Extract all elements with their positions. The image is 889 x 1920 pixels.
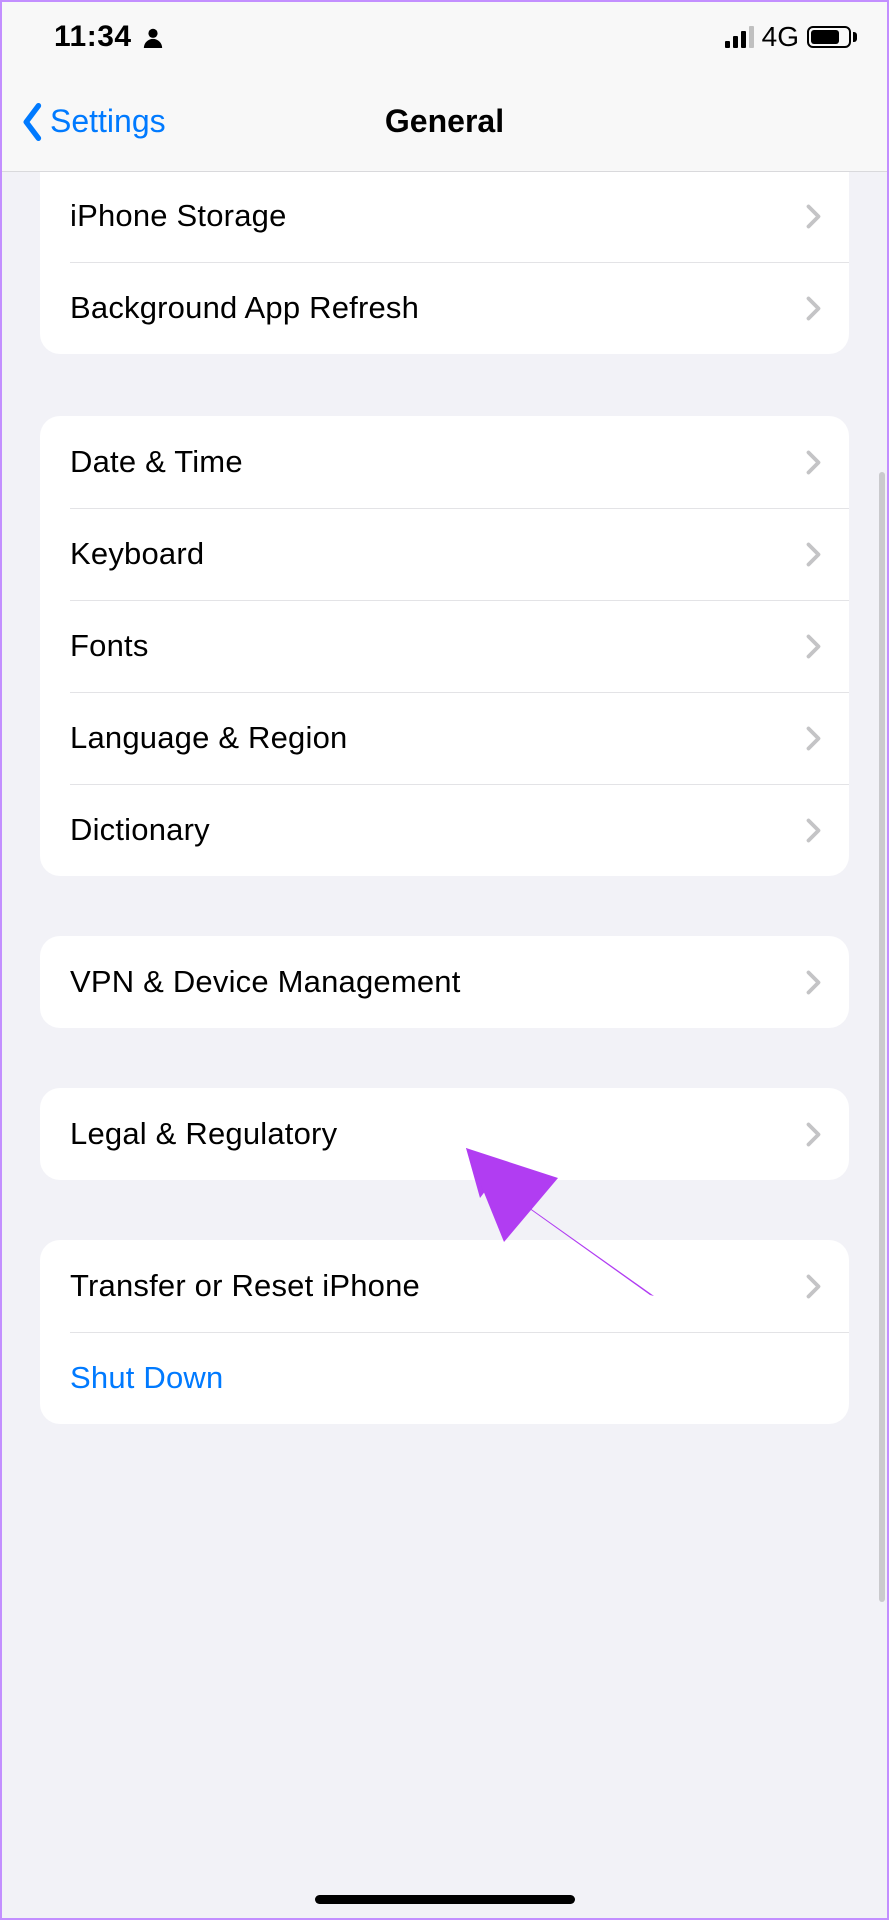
settings-group-3: Legal & Regulatory — [40, 1088, 849, 1180]
row-label: Language & Region — [70, 720, 347, 756]
chevron-right-icon — [806, 1122, 821, 1147]
row-label: Date & Time — [70, 444, 243, 480]
status-right: 4G — [725, 21, 857, 53]
row-label: Legal & Regulatory — [70, 1116, 337, 1152]
settings-group-2: VPN & Device Management — [40, 936, 849, 1028]
row-label: VPN & Device Management — [70, 964, 461, 1000]
row-keyboard[interactable]: Keyboard — [40, 508, 849, 600]
row-fonts[interactable]: Fonts — [40, 600, 849, 692]
row-label: Shut Down — [70, 1360, 223, 1396]
status-bar: 11:34 4G — [2, 2, 887, 72]
status-time: 11:34 — [54, 20, 132, 54]
settings-group-1: Date & Time Keyboard Fonts Language & Re… — [40, 416, 849, 876]
chevron-right-icon — [806, 204, 821, 229]
back-label: Settings — [50, 103, 166, 140]
row-dictionary[interactable]: Dictionary — [40, 784, 849, 876]
scroll-indicator[interactable] — [879, 472, 885, 1602]
chevron-right-icon — [806, 296, 821, 321]
battery-icon — [807, 26, 857, 48]
nav-header: Settings General — [2, 72, 887, 172]
chevron-right-icon — [806, 542, 821, 567]
back-button[interactable]: Settings — [14, 97, 172, 147]
row-language-region[interactable]: Language & Region — [40, 692, 849, 784]
row-label: Fonts — [70, 628, 149, 664]
device-frame: 11:34 4G Settings General iPhone Storage — [0, 0, 889, 1920]
network-type: 4G — [762, 21, 799, 53]
status-left: 11:34 — [54, 20, 164, 54]
person-icon — [142, 26, 164, 48]
chevron-right-icon — [806, 634, 821, 659]
chevron-right-icon — [806, 970, 821, 995]
cellular-signal-icon — [725, 26, 754, 48]
chevron-right-icon — [806, 726, 821, 751]
row-label: Background App Refresh — [70, 290, 419, 326]
row-label: Keyboard — [70, 536, 204, 572]
chevron-right-icon — [806, 450, 821, 475]
settings-group-4: Transfer or Reset iPhone Shut Down — [40, 1240, 849, 1424]
home-indicator[interactable] — [315, 1895, 575, 1904]
row-vpn-device-management[interactable]: VPN & Device Management — [40, 936, 849, 1028]
row-label: Transfer or Reset iPhone — [70, 1268, 420, 1304]
row-background-app-refresh[interactable]: Background App Refresh — [40, 262, 849, 354]
chevron-right-icon — [806, 1274, 821, 1299]
row-label: Dictionary — [70, 812, 210, 848]
chevron-left-icon — [20, 103, 46, 141]
row-iphone-storage[interactable]: iPhone Storage — [40, 172, 849, 262]
chevron-right-icon — [806, 818, 821, 843]
row-label: iPhone Storage — [70, 198, 287, 234]
row-transfer-reset[interactable]: Transfer or Reset iPhone — [40, 1240, 849, 1332]
row-shut-down[interactable]: Shut Down — [40, 1332, 849, 1424]
content-area[interactable]: iPhone Storage Background App Refresh Da… — [2, 172, 887, 1918]
row-date-time[interactable]: Date & Time — [40, 416, 849, 508]
settings-group-0: iPhone Storage Background App Refresh — [40, 172, 849, 354]
row-legal-regulatory[interactable]: Legal & Regulatory — [40, 1088, 849, 1180]
